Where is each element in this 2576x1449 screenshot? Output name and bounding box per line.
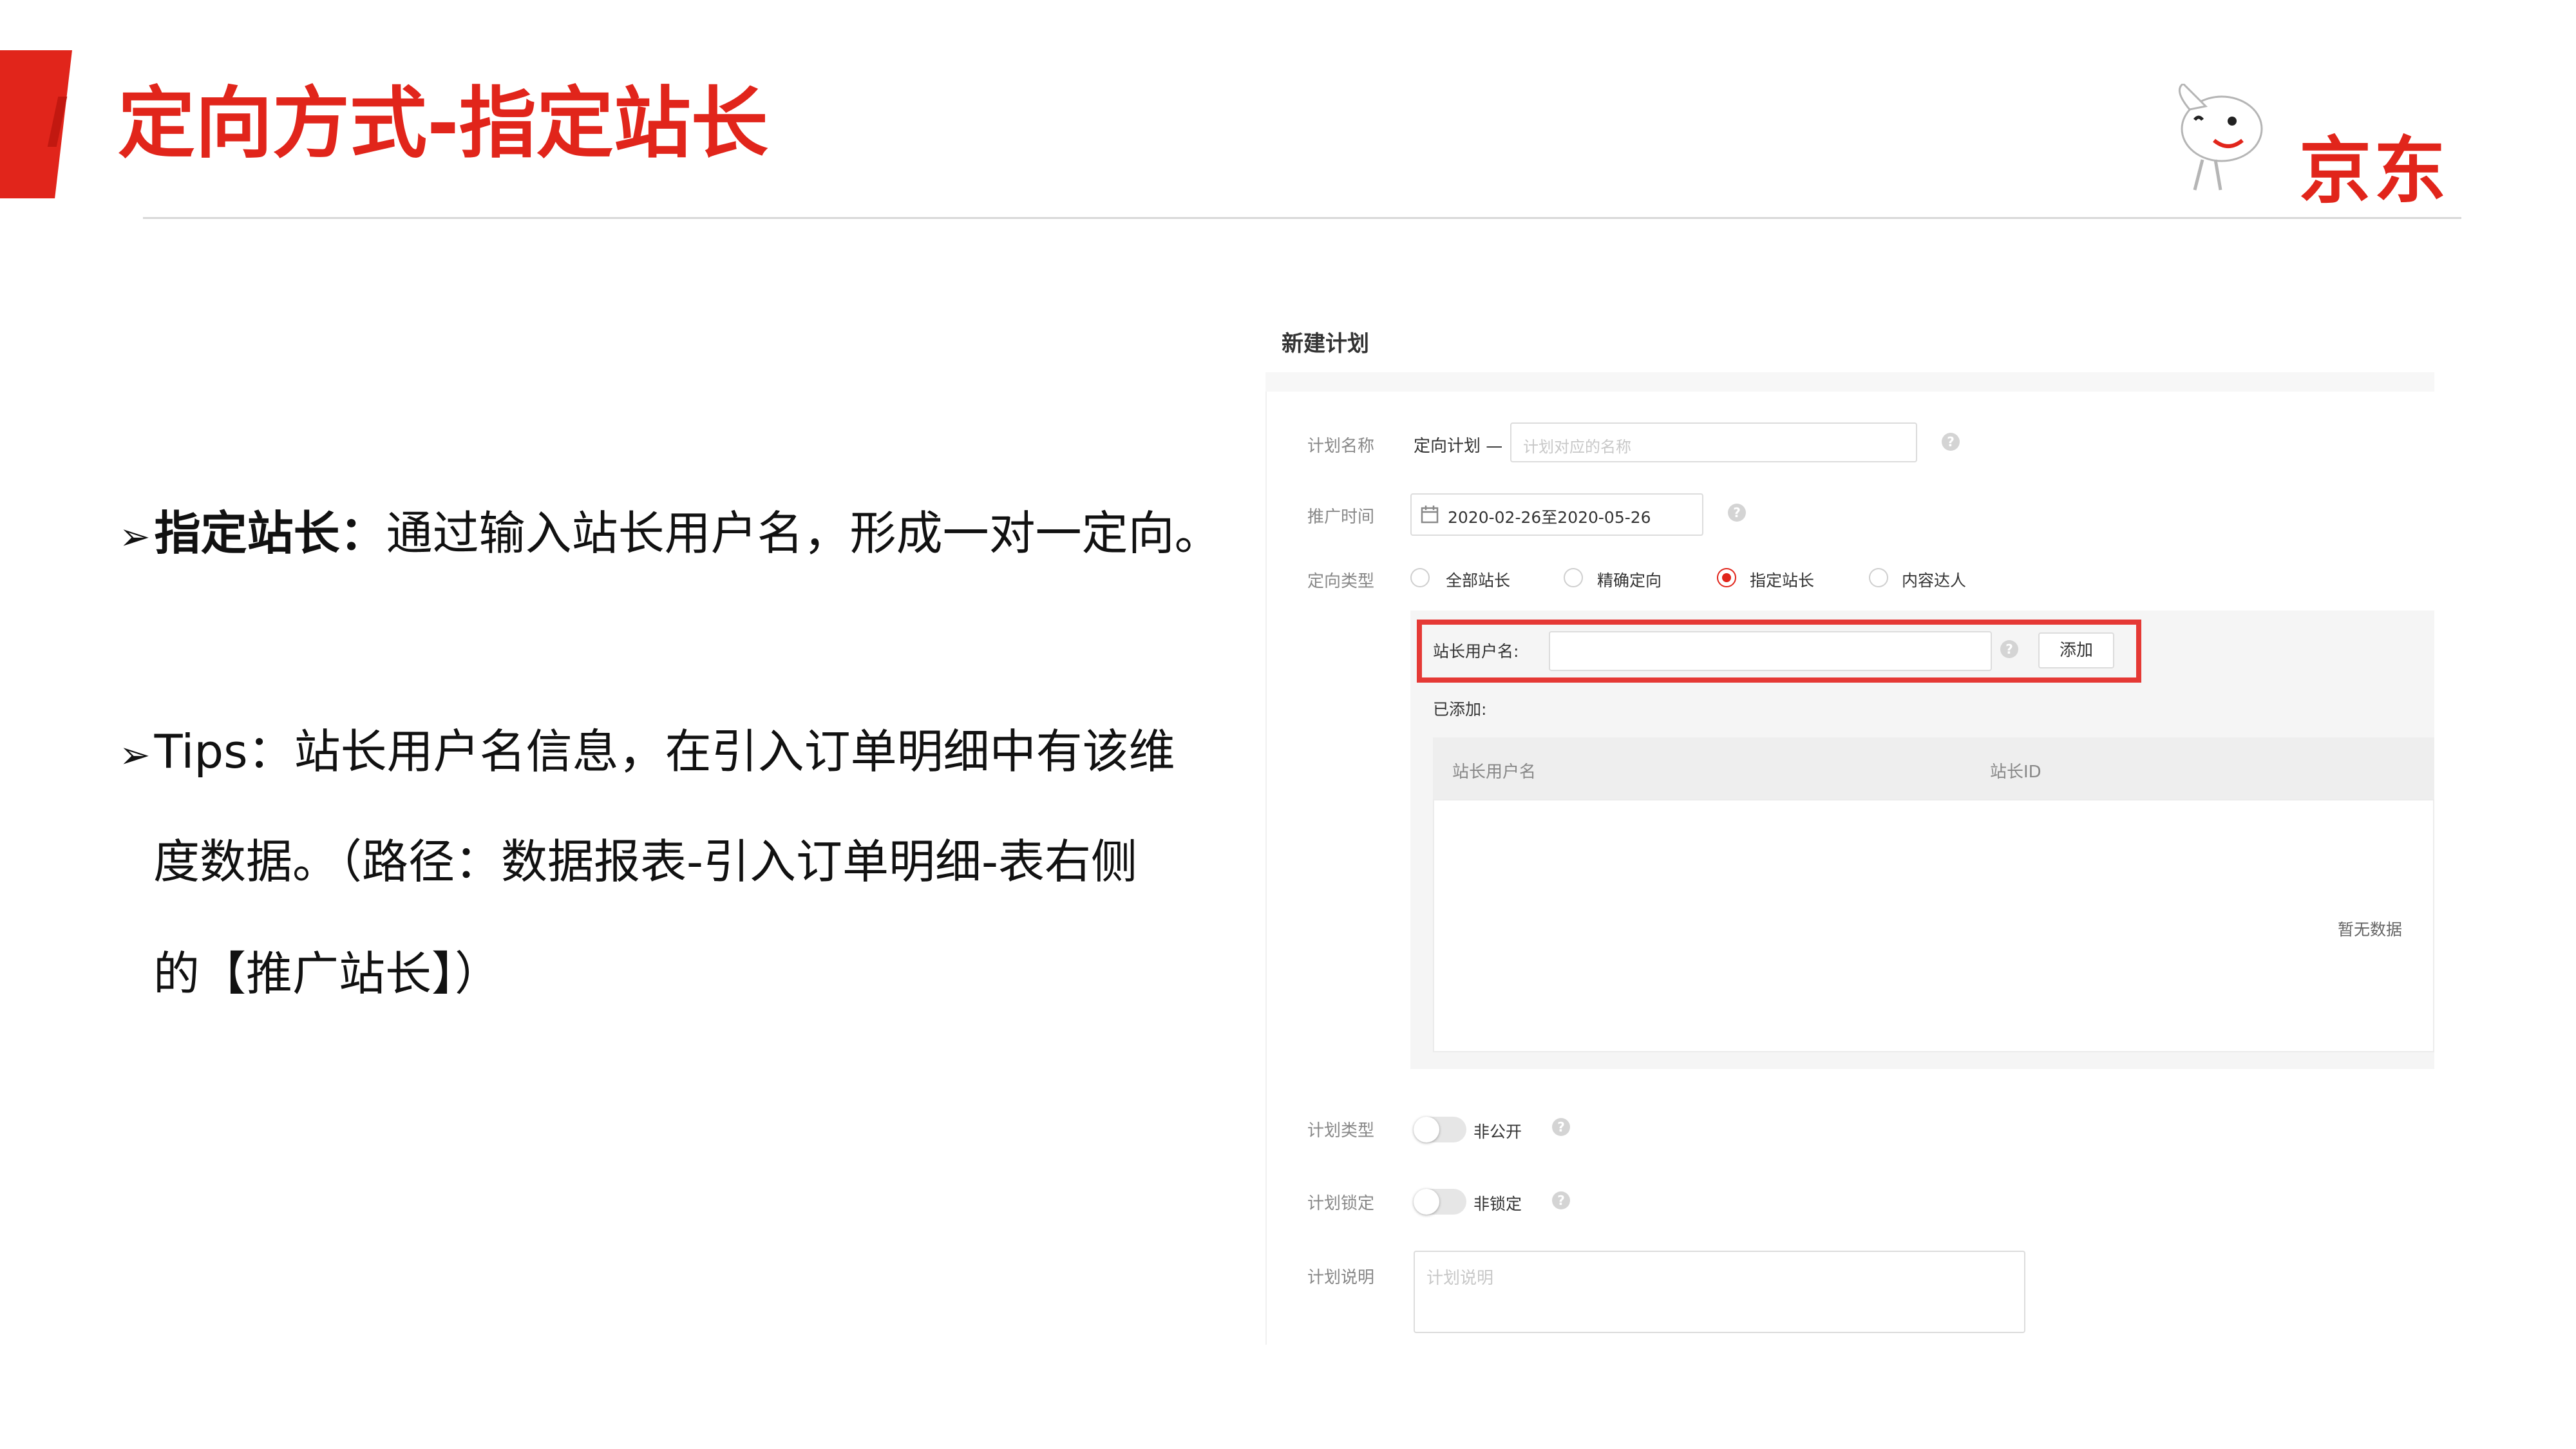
radio-all-owners-label[interactable]: 全部站长 — [1446, 568, 1510, 591]
radio-designated-owner[interactable] — [1717, 568, 1736, 587]
radio-content-expert[interactable] — [1869, 568, 1888, 587]
promo-time-label: 推广时间 — [1307, 507, 1375, 527]
bullet-designated-owner: ➢指定站长：通过输入站长用户名，形成一对一定向。 — [119, 501, 1221, 569]
column-header-owner-id: 站长ID — [1990, 762, 2041, 782]
plan-lock-toggle[interactable] — [1414, 1189, 1466, 1215]
calendar-icon — [1421, 506, 1439, 524]
header-divider — [143, 217, 2461, 219]
panel-title: 新建计划 — [1282, 331, 1369, 357]
bullet-arrow-icon: ➢ — [119, 515, 151, 558]
plan-type-toggle[interactable] — [1414, 1117, 1466, 1142]
radio-precise-targeting-label[interactable]: 精确定向 — [1597, 568, 1662, 591]
toggle-knob — [1414, 1117, 1439, 1142]
tips-line-2: 度数据。（路径：数据报表-引入订单明细-表右侧 — [153, 835, 1137, 889]
plan-lock-label: 计划锁定 — [1307, 1194, 1375, 1213]
username-help-icon[interactable]: ? — [2000, 640, 2018, 658]
plan-name-input[interactable]: 计划对应的名称 — [1510, 422, 1917, 462]
tips-line-3: 的【推广站长】） — [153, 947, 502, 1001]
bullet-text: 通过输入站长用户名，形成一对一定向。 — [386, 506, 1221, 560]
plan-lock-value: 非锁定 — [1473, 1195, 1522, 1213]
radio-precise-targeting[interactable] — [1564, 568, 1583, 587]
plan-desc-textarea[interactable]: 计划说明 — [1414, 1251, 2025, 1333]
add-button[interactable]: 添加 — [2038, 632, 2114, 668]
slide-title: 定向方式-指定站长 — [118, 79, 768, 169]
toggle-knob — [1414, 1189, 1439, 1215]
bullet-heading: 指定站长： — [154, 506, 386, 560]
promo-time-help-icon[interactable]: ? — [1728, 504, 1746, 522]
plan-type-help-icon[interactable]: ? — [1552, 1118, 1570, 1136]
promo-time-picker[interactable]: 2020-02-26至2020-05-26 — [1410, 493, 1703, 536]
plan-type-value: 非公开 — [1473, 1122, 1522, 1141]
radio-content-expert-label[interactable]: 内容达人 — [1902, 568, 1966, 591]
panel-header-strip — [1265, 372, 2434, 392]
tips-line-1: Tips：站长用户名信息，在引入订单明细中有该维 — [154, 724, 1175, 779]
plan-name-placeholder: 计划对应的名称 — [1523, 438, 1631, 456]
jd-logo-text: 京东 — [2299, 129, 2448, 213]
bullet-arrow-icon: ➢ — [119, 733, 151, 777]
target-type-label: 定向类型 — [1307, 572, 1375, 591]
plan-type-label: 计划类型 — [1307, 1121, 1375, 1141]
bullet-tips: ➢Tips：站长用户名信息，在引入订单明细中有该维 — [119, 719, 1175, 787]
radio-designated-owner-label[interactable]: 指定站长 — [1750, 568, 1814, 591]
empty-state-text: 暂无数据 — [2338, 920, 2403, 939]
plan-lock-help-icon[interactable]: ? — [1552, 1191, 1570, 1209]
column-header-username: 站长用户名 — [1452, 762, 1537, 782]
added-label: 已添加: — [1433, 700, 1487, 719]
radio-all-owners[interactable] — [1410, 568, 1430, 587]
plan-name-prefix: 定向计划 — — [1414, 437, 1503, 456]
username-label: 站长用户名: — [1433, 642, 1519, 661]
plan-desc-label: 计划说明 — [1307, 1268, 1375, 1287]
plan-name-label: 计划名称 — [1307, 437, 1375, 456]
promo-time-value: 2020-02-26至2020-05-26 — [1448, 508, 1651, 527]
username-input[interactable] — [1549, 631, 1992, 671]
table-header — [1433, 737, 2434, 799]
title-accent-bar — [0, 50, 72, 198]
plan-desc-placeholder: 计划说明 — [1426, 1269, 1494, 1288]
plan-name-help-icon[interactable]: ? — [1942, 433, 1960, 451]
table-body — [1433, 799, 2434, 1052]
